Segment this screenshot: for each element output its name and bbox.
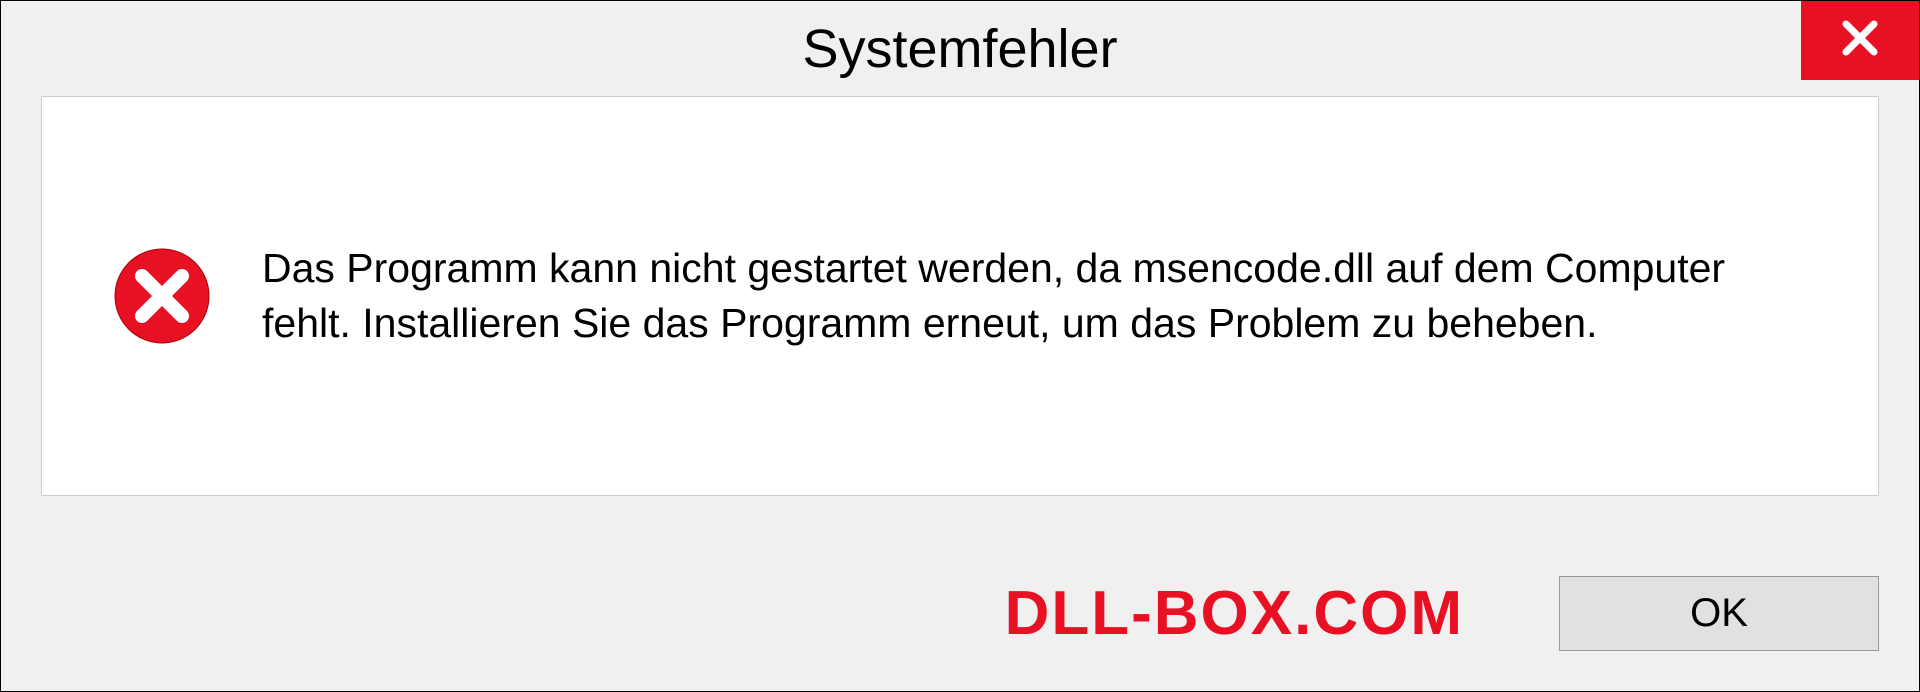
title-bar: Systemfehler (1, 1, 1919, 96)
dialog-footer: DLL-BOX.COM OK (1, 536, 1919, 691)
close-icon (1836, 14, 1884, 67)
dialog-title: Systemfehler (802, 18, 1117, 80)
ok-button[interactable]: OK (1559, 576, 1879, 651)
error-icon (112, 246, 212, 346)
close-button[interactable] (1801, 1, 1919, 80)
watermark-text: DLL-BOX.COM (1005, 578, 1464, 649)
dialog-content: Das Programm kann nicht gestartet werden… (41, 96, 1879, 496)
error-message: Das Programm kann nicht gestartet werden… (262, 241, 1808, 352)
